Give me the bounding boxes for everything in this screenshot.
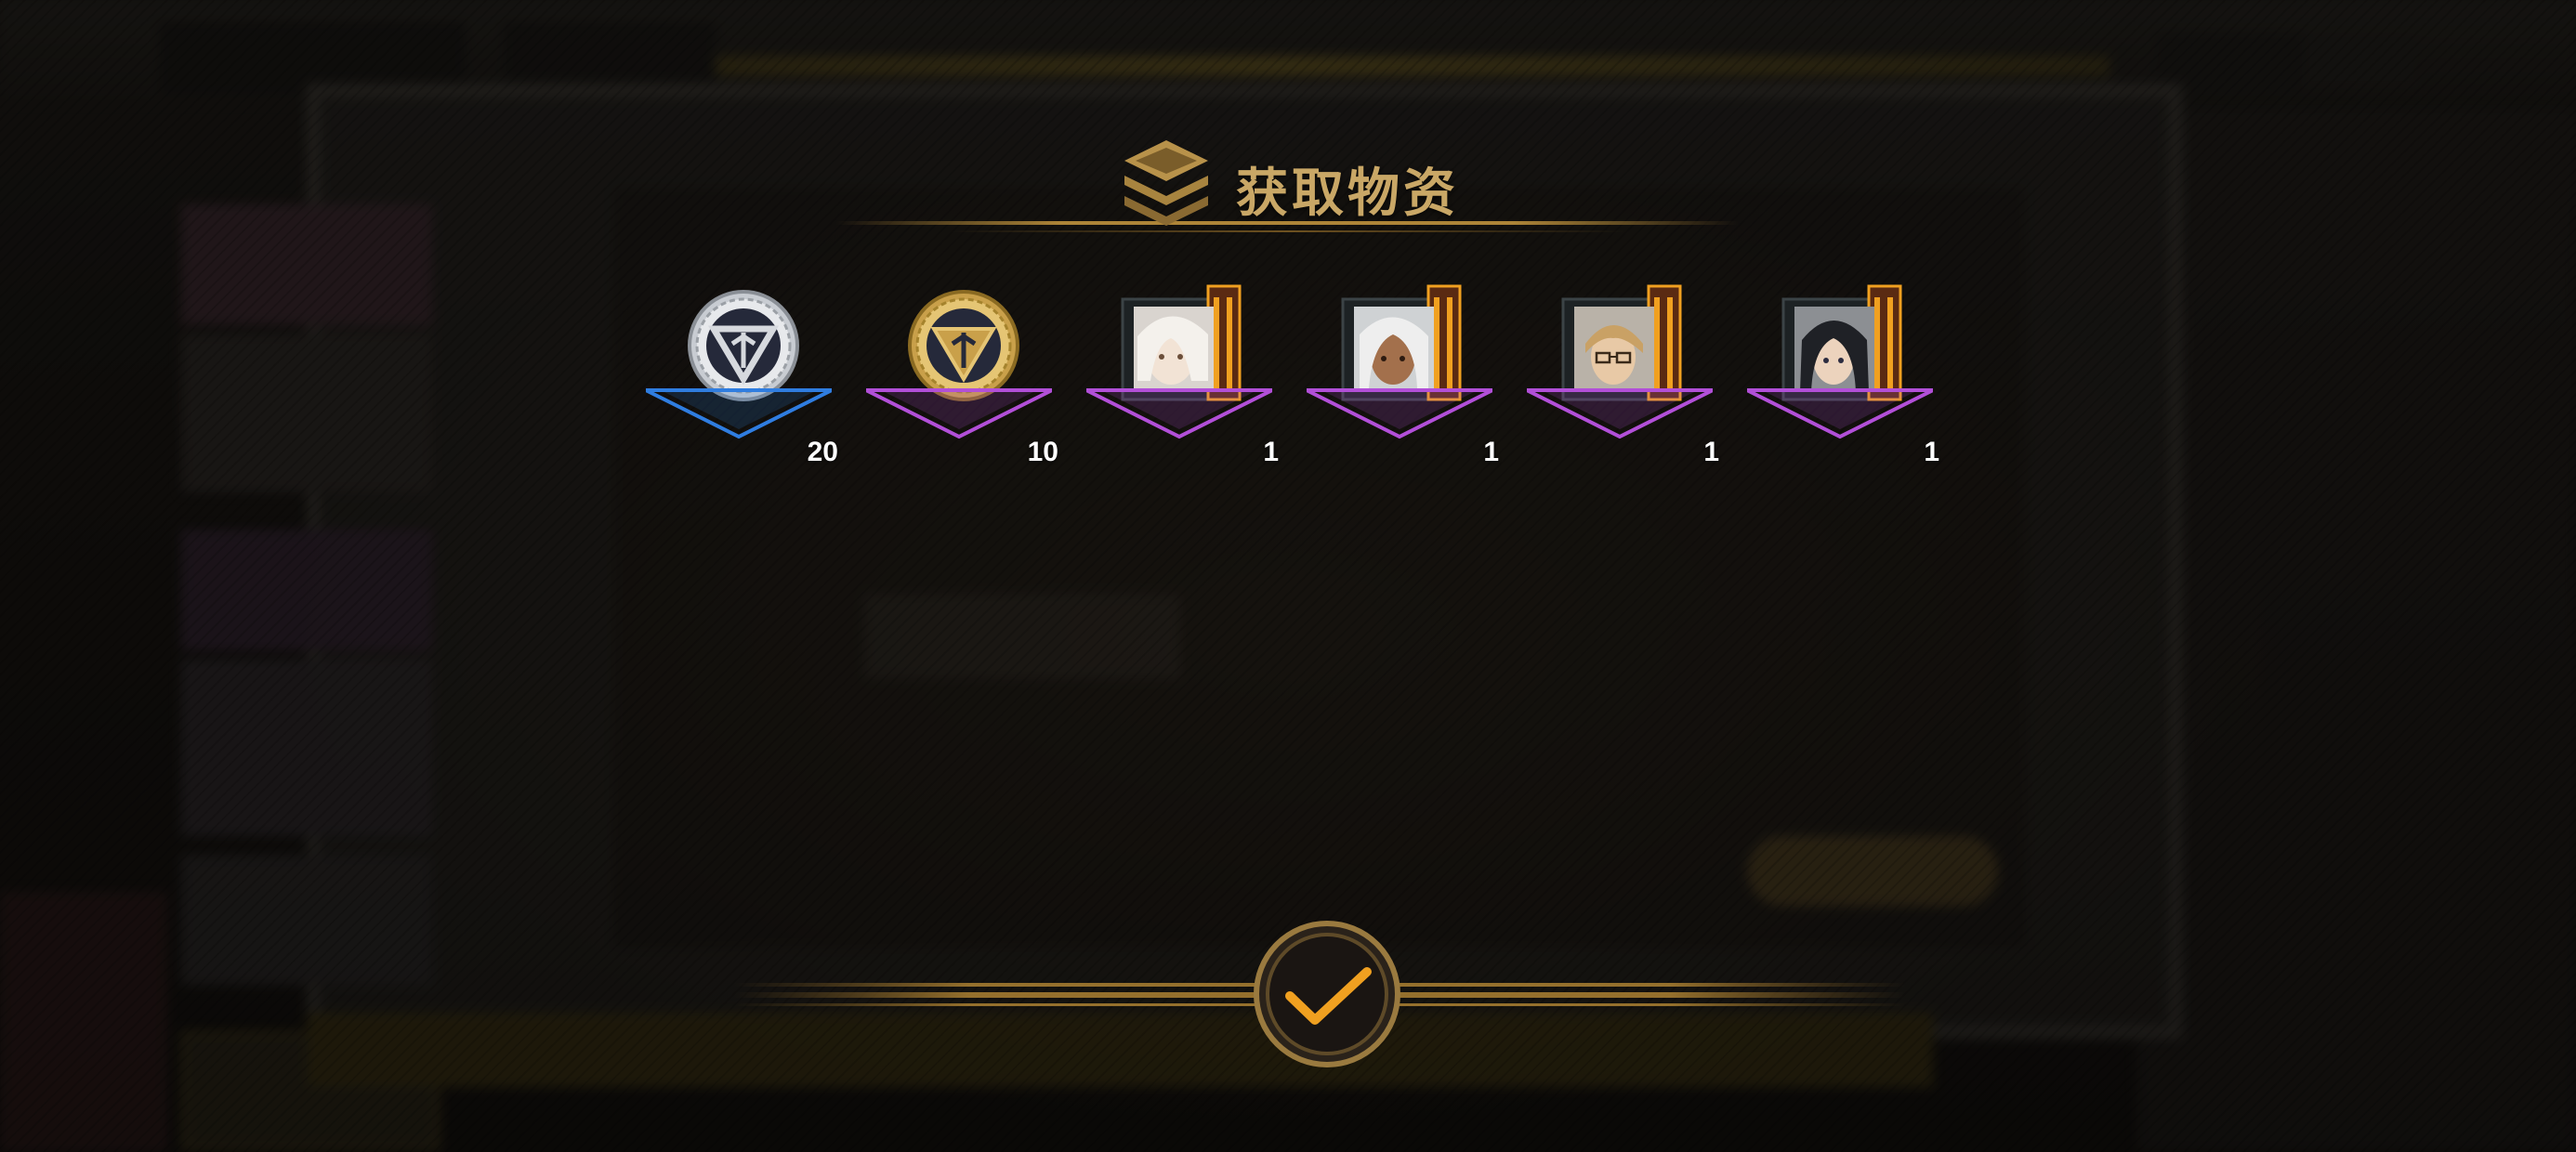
reward-count: 1 [1263, 437, 1279, 467]
reward-item[interactable]: 1 [1522, 279, 1719, 474]
rarity-diamond-blue [646, 388, 832, 439]
rarity-diamond-purple [1307, 388, 1492, 439]
reward-count: 1 [1924, 437, 1939, 467]
confirm-button[interactable] [1248, 920, 1406, 1068]
reward-count: 1 [1483, 437, 1499, 467]
reward-item[interactable]: 1 [1742, 279, 1939, 474]
reward-dialog-header: 获取物资 [1115, 135, 1468, 237]
dialog-title: 获取物资 [1236, 163, 1459, 224]
rarity-diamond-purple [1527, 388, 1713, 439]
reward-count: 1 [1703, 437, 1719, 467]
reward-list: 20 10 1 1 1 1 [641, 279, 1942, 483]
reward-item[interactable]: 10 [861, 279, 1058, 474]
rarity-diamond-purple [1086, 388, 1272, 439]
game-screen: 获取物资 20 10 1 1 1 1 [0, 0, 2576, 1152]
stacked-supplies-icon [1124, 140, 1208, 226]
rarity-diamond-purple [866, 388, 1052, 439]
reward-count: 10 [1027, 437, 1058, 467]
rarity-diamond-purple [1747, 388, 1933, 439]
reward-count: 20 [807, 437, 838, 467]
reward-item[interactable]: 20 [641, 279, 838, 474]
reward-item[interactable]: 1 [1082, 279, 1279, 474]
reward-item[interactable]: 1 [1302, 279, 1499, 474]
